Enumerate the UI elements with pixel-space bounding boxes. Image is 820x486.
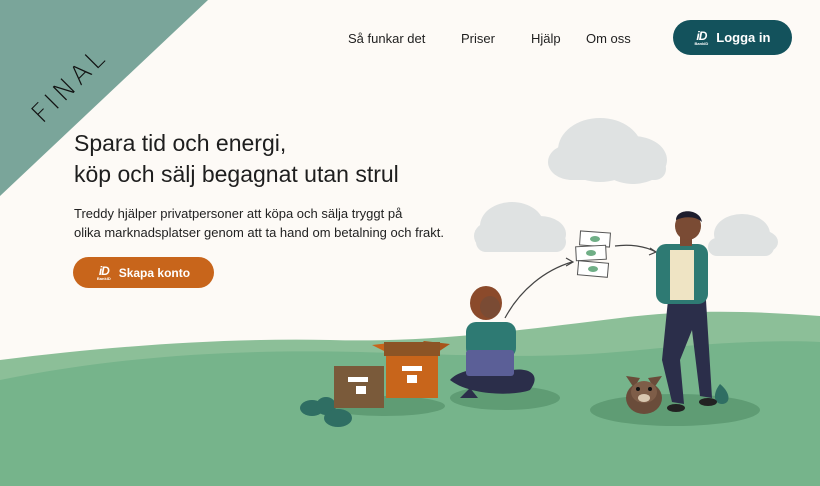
login-button-label: Logga in — [716, 30, 771, 45]
bankid-icon: iD BankID — [694, 28, 709, 46]
arrow-up — [504, 261, 573, 319]
back-hill — [0, 311, 820, 486]
hero-description-line-1: Treddy hjälper privatpersoner att köpa o… — [74, 206, 403, 221]
hero-description-line-2: olika marknadsplatser genom att ta hand … — [74, 225, 444, 240]
front-hill — [0, 341, 820, 486]
arrow-right — [614, 244, 657, 253]
hero-headline-line-2: köp och sälj begagnat utan strul — [74, 161, 399, 187]
standing-person — [656, 211, 717, 412]
leaf — [714, 384, 729, 404]
box-open — [372, 341, 450, 398]
nav-link-how-it-works[interactable]: Så funkar det — [348, 31, 425, 46]
arrow-up-head — [565, 257, 575, 267]
box-closed — [334, 366, 384, 408]
hero-headline-line-1: Spara tid och energi, — [74, 130, 287, 156]
nav-link-help[interactable]: Hjälp — [531, 31, 561, 46]
login-button[interactable]: iD BankID Logga in — [673, 20, 792, 55]
shadow-sitter — [450, 386, 560, 410]
sitting-person — [450, 286, 535, 398]
bush — [300, 397, 352, 427]
shadow-standing — [590, 394, 760, 426]
dog — [626, 376, 662, 414]
hero-headline: Spara tid och energi, köp och sälj begag… — [74, 128, 494, 190]
cloud-large — [548, 118, 667, 184]
top-nav: Så funkar det Priser Hjälp Om oss iD Ban… — [0, 0, 820, 74]
hero-description: Treddy hjälper privatpersoner att köpa o… — [74, 204, 504, 242]
nav-link-pricing[interactable]: Priser — [461, 31, 495, 46]
create-account-label: Skapa konto — [118, 265, 191, 280]
nav-link-about[interactable]: Om oss — [586, 31, 631, 46]
create-account-button[interactable]: iD BankID Skapa konto — [73, 257, 214, 288]
bankid-icon: iD BankID — [96, 263, 111, 281]
cloud-right — [708, 214, 778, 256]
arrow-right-head — [648, 247, 658, 256]
landing-page: FINAL Så funkar det Priser Hjälp Om oss … — [0, 0, 820, 486]
shadow-boxes — [325, 396, 445, 416]
money-stack — [575, 230, 611, 278]
